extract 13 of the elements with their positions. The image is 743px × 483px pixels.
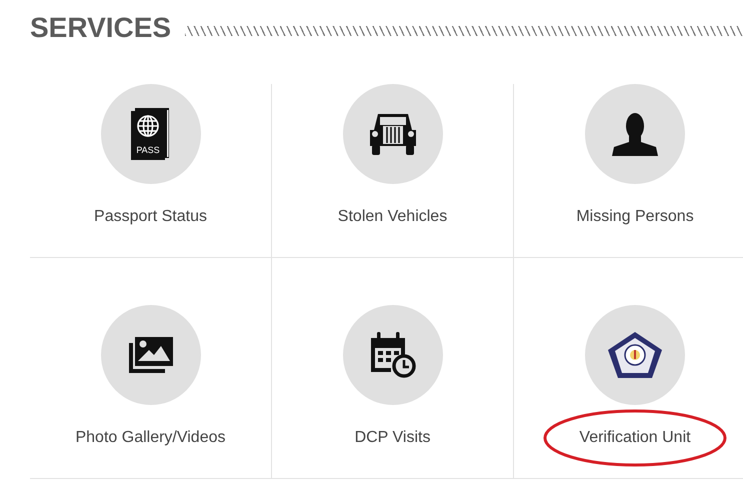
- section-heading: SERVICES: [30, 12, 172, 44]
- badge-icon: [608, 332, 662, 378]
- person-icon: [612, 112, 658, 156]
- service-label[interactable]: Stolen Vehicles: [338, 208, 448, 225]
- service-label[interactable]: Passport Status: [94, 208, 207, 225]
- service-label[interactable]: Verification Unit: [579, 429, 691, 446]
- service-label[interactable]: DCP Visits: [354, 429, 430, 446]
- calendar-clock-icon: [368, 332, 416, 378]
- service-label[interactable]: Missing Persons: [576, 208, 694, 225]
- icon-circle[interactable]: PASS: [100, 84, 200, 184]
- car-icon: [368, 112, 418, 156]
- gallery-icon: [128, 337, 172, 373]
- service-label[interactable]: Photo Gallery/Videos: [75, 429, 226, 446]
